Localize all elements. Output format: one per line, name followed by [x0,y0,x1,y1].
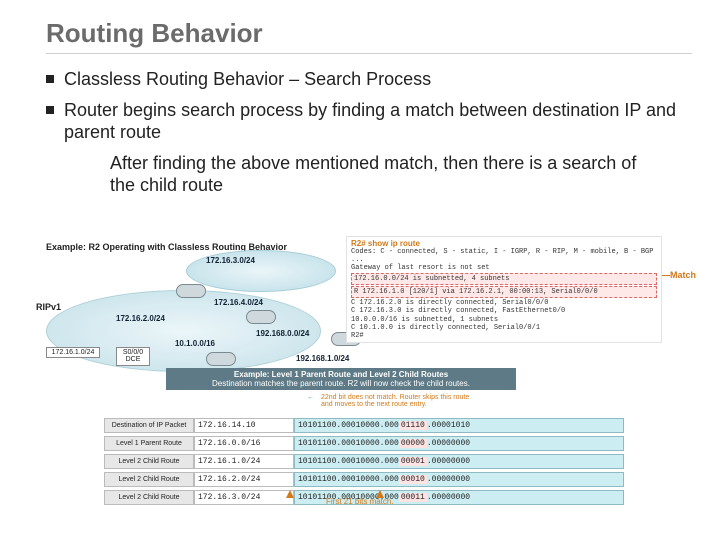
bin-suffix: .00000000 [427,457,470,466]
network-label: 172.16.3.0/24 [206,256,255,265]
bin-suffix: .00000000 [427,439,470,448]
figure-region: Example: R2 Operating with Classless Rou… [46,242,700,374]
network-label: 192.168.1.0/24 [296,354,349,363]
annotation-22bit: 22nd bit does not match. Router skips th… [321,394,471,409]
router-icon [206,352,236,366]
bin-highlight: 00010 [399,475,427,484]
cli-line: C 172.16.2.0 is directly connected, Seri… [351,299,657,307]
cli-line: Codes: C - connected, S - static, I - IG… [351,248,657,256]
cli-line-highlight: 172.16.0.0/24 is subnetted, 4 subnets [351,273,657,285]
network-label: 192.168.0.0/24 [256,329,309,338]
banner-subtitle: Destination matches the parent route. R2… [170,379,512,388]
row-binary: 10101100.00010000.00001110.00001010 [294,418,624,433]
bin-suffix: .00001010 [427,421,470,430]
row-binary: 10101100.00010000.00000010.00000000 [294,472,624,487]
slide-title: Routing Behavior [46,18,692,54]
callout-line [662,275,670,276]
cli-line-highlight: R 172.16.1.0 [120/1] via 172.16.2.1, 00:… [351,286,657,298]
row-ip: 172.16.14.10 [194,418,294,433]
bin-prefix: 10101100.00010000.000 [298,421,399,430]
sub-bullet-1: After finding the above mentioned match,… [110,152,652,197]
row-binary: 10101100.00010000.00000001.00000000 [294,454,624,469]
bullet-2: Router begins search process by finding … [46,99,692,144]
row-label: Level 2 Child Route [104,490,194,505]
bin-prefix: 10101100.00010000.000 [298,439,399,448]
bin-highlight: 00011 [399,493,427,502]
router-icon [246,310,276,324]
network-label: 172.16.2.0/24 [116,314,165,323]
cli-line: Gateway of last resort is not set [351,264,657,272]
row-label: Level 2 Child Route [104,472,194,487]
bin-highlight: 01110 [399,421,427,430]
router-icon [176,284,206,298]
bin-prefix: 10101100.00010000.000 [298,475,399,484]
cli-command: R2# show ip route [351,239,657,248]
lan-box: 172.16.1.0/24 [46,347,100,358]
bin-highlight: 00001 [399,457,427,466]
banner-title: Example: Level 1 Parent Route and Level … [170,370,512,379]
table-row: Level 1 Parent Route 172.16.0.0/16 10101… [104,436,624,451]
annotation-first21: First 21 bits match. [326,497,394,506]
cli-line: C 10.1.0.0 is directly connected, Serial… [351,324,657,332]
row-ip: 172.16.1.0/24 [194,454,294,469]
bullet-1: Classless Routing Behavior – Search Proc… [46,68,692,91]
bin-suffix: .00000000 [427,475,470,484]
network-label: 172.16.4.0/24 [214,298,263,307]
row-ip: 172.16.0.0/16 [194,436,294,451]
cli-output: R2# show ip route Codes: C - connected, … [346,236,662,343]
arrow-up-icon [286,490,294,498]
table-row: Level 2 Child Route 172.16.1.0/24 101011… [104,454,624,469]
row-ip: 172.16.2.0/24 [194,472,294,487]
cli-line: ... [351,256,657,264]
row-label: Level 2 Child Route [104,454,194,469]
cli-line: C 172.16.3.0 is directly connected, Fast… [351,307,657,315]
row-ip: 172.16.3.0/24 [194,490,294,505]
bin-highlight: 00000 [399,439,427,448]
row-binary: 10101100.00010000.00000000.00000000 [294,436,624,451]
network-label: 10.1.0.0/16 [172,339,218,348]
row-label: Level 1 Parent Route [104,436,194,451]
table-row: Destination of IP Packet 172.16.14.10 10… [104,418,624,433]
route-compare-table: Destination of IP Packet 172.16.14.10 10… [104,418,624,508]
cli-line: 10.0.0.0/16 is subnetted, 1 subnets [351,316,657,324]
row-label: Destination of IP Packet [104,418,194,433]
table-row: Level 2 Child Route 172.16.2.0/24 101011… [104,472,624,487]
example-banner: Example: Level 1 Parent Route and Level … [166,368,516,390]
rip-label: RIPv1 [36,302,61,312]
bin-suffix: .00000000 [427,493,470,502]
bin-prefix: 10101100.00010000.000 [298,457,399,466]
cli-line: R2# [351,332,657,340]
lan-box: S0/0/0 DCE [116,347,150,366]
match-callout: Match [670,270,696,280]
